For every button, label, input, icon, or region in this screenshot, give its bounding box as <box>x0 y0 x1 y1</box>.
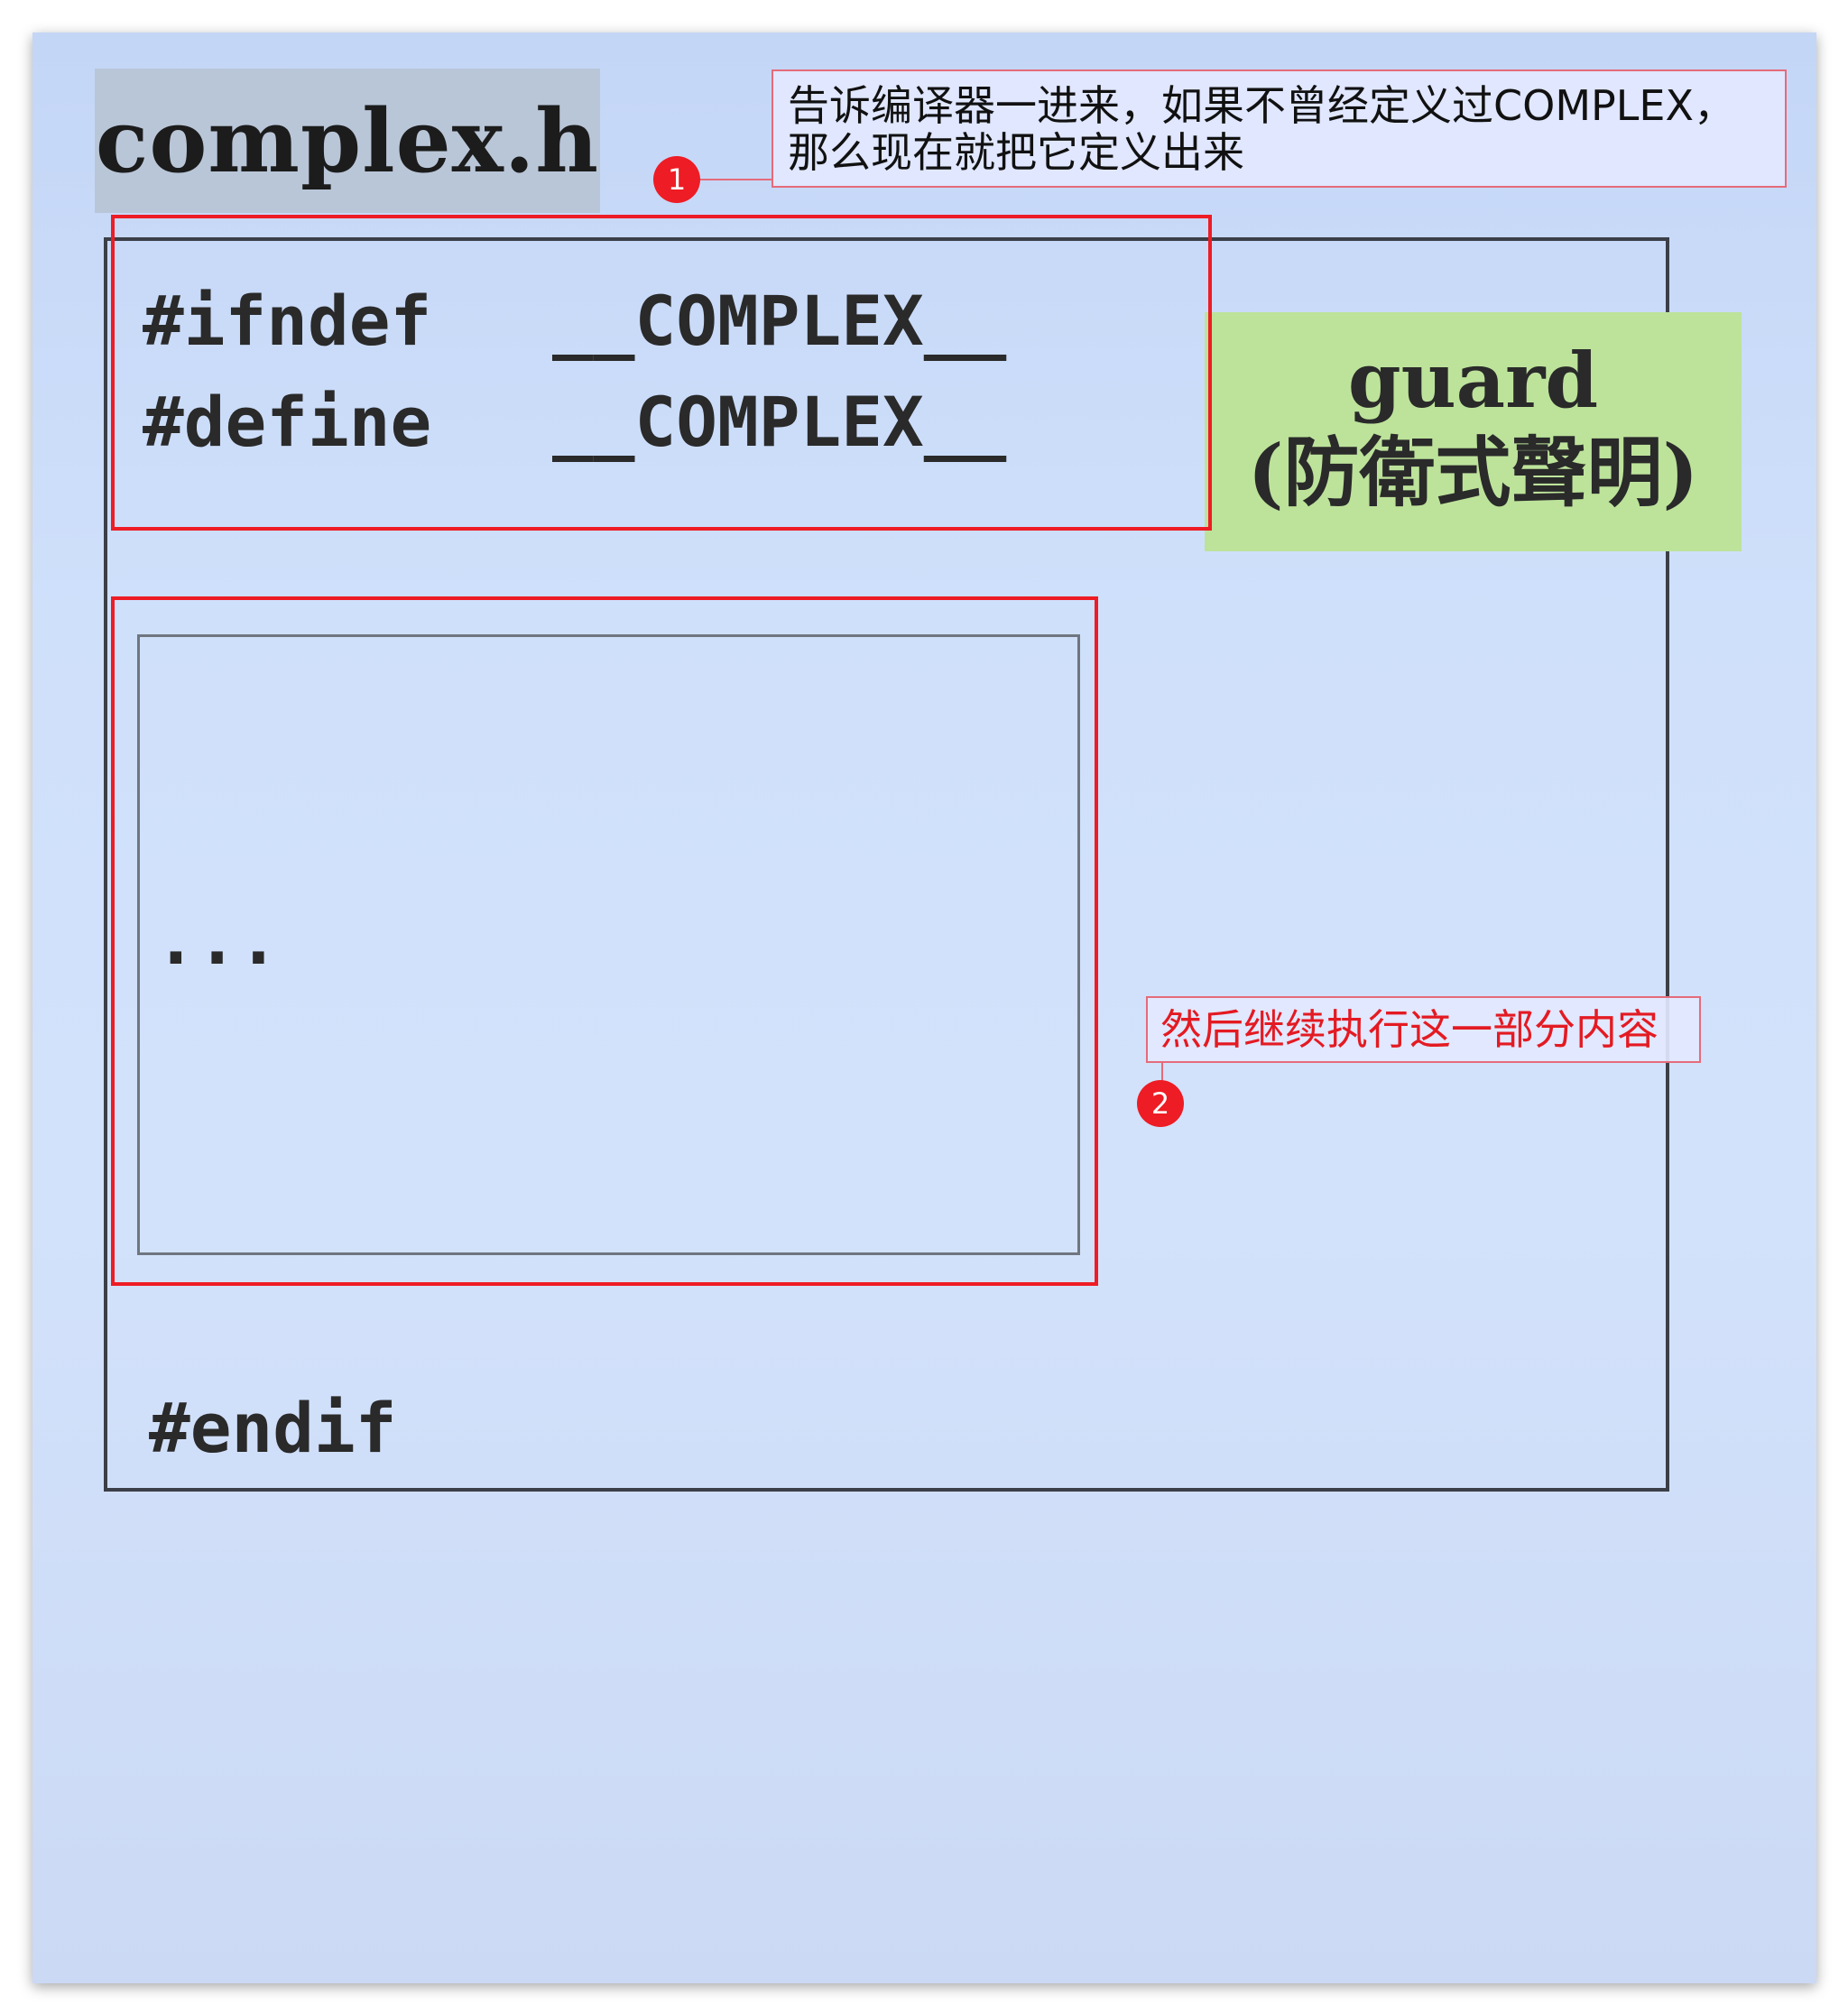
file-name-label: complex.h <box>95 89 600 192</box>
guard-badge: guard (防衛式聲明) <box>1205 312 1742 551</box>
guard-title: guard <box>1347 336 1599 425</box>
annotation-callout-1: 告诉编译器一进来，如果不曾经定义过COMPLEX， 那么现在就把它定义出来 <box>772 69 1787 188</box>
annotated-screenshot: complex.h #ifndef __COMPLEX__ #define __… <box>0 0 1848 2014</box>
annotation-callout-2: 然后继续执行这一部分内容 <box>1146 996 1701 1063</box>
content-highlight-box <box>111 596 1098 1286</box>
file-name-tab: complex.h <box>95 69 600 213</box>
endif-directive: #endif <box>149 1388 397 1468</box>
guard-subtitle: (防衛式聲明) <box>1247 428 1699 517</box>
annotation-marker-1: 1 <box>653 156 700 203</box>
guard-highlight-box <box>111 215 1212 531</box>
annotation-marker-2: 2 <box>1137 1080 1184 1127</box>
